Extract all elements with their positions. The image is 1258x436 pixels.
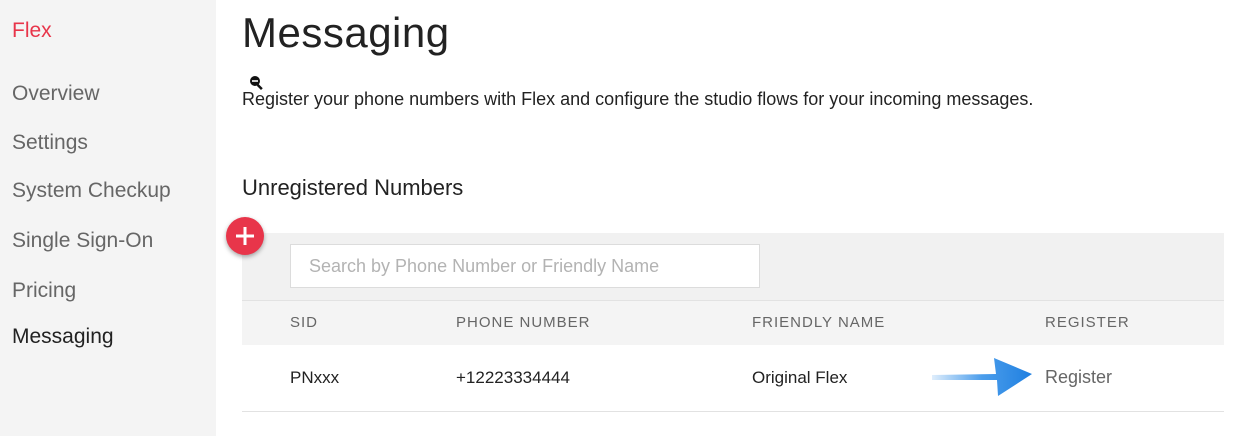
plus-icon — [236, 227, 254, 245]
zoom-out-cursor-icon — [250, 76, 263, 91]
search-input[interactable] — [290, 244, 760, 288]
table-row: PNxxx +12223334444 Original Flex Registe… — [242, 345, 1224, 412]
column-header-phone-number: PHONE NUMBER — [456, 314, 591, 331]
sidebar-item-settings[interactable]: Settings — [12, 131, 88, 155]
cell-sid: PNxxx — [290, 368, 340, 387]
cell-friendly-name: Original Flex — [752, 368, 848, 387]
arrow-right-icon — [932, 358, 1032, 396]
page-description: Register your phone numbers with Flex an… — [242, 89, 1034, 109]
page-title: Messaging — [242, 9, 450, 56]
sidebar-item-system-checkup[interactable]: System Checkup — [12, 179, 171, 203]
main-content: Messaging Register your phone numbers wi… — [216, 0, 1258, 436]
column-header-sid: SID — [290, 314, 319, 331]
sidebar-item-overview[interactable]: Overview — [12, 82, 100, 106]
column-header-friendly-name: FRIENDLY NAME — [752, 314, 886, 331]
numbers-table: SID PHONE NUMBER FRIENDLY NAME REGISTER … — [242, 233, 1224, 413]
cell-phone-number: +12223334444 — [456, 368, 570, 387]
sidebar-item-single-sign-on[interactable]: Single Sign-On — [12, 229, 153, 253]
section-title: Unregistered Numbers — [242, 175, 464, 200]
register-link[interactable]: Register — [1045, 367, 1112, 388]
sidebar-item-pricing[interactable]: Pricing — [12, 279, 76, 303]
sidebar-item-messaging[interactable]: Messaging — [12, 325, 114, 349]
add-number-button[interactable] — [226, 217, 264, 255]
search-bar — [242, 233, 1224, 301]
brand-title: Flex — [12, 19, 52, 42]
column-header-register: REGISTER — [1045, 314, 1130, 331]
sidebar: Flex Overview Settings System Checkup Si… — [0, 0, 216, 436]
table-header: SID PHONE NUMBER FRIENDLY NAME REGISTER — [242, 301, 1224, 345]
